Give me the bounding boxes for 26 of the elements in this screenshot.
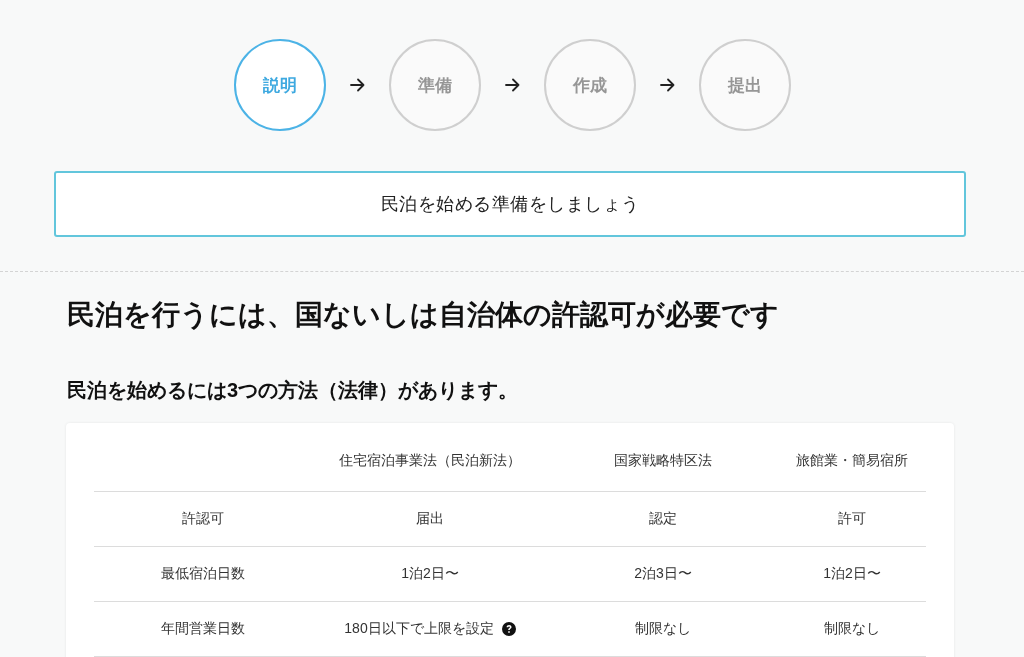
- step-circle: 説明: [233, 39, 326, 131]
- step-circle: 作成: [543, 39, 636, 131]
- section-heading: 民泊を始めるには3つの方法（法律）があります。: [67, 378, 520, 403]
- table-cell: 届出: [416, 510, 444, 528]
- table-cell: 1泊2日〜: [823, 565, 881, 583]
- arrow-icon: [659, 78, 675, 92]
- table-cell: 制限なし: [635, 620, 691, 638]
- table-cell: 制限なし: [824, 620, 880, 638]
- column-header: 旅館業・簡易宿所: [796, 452, 908, 470]
- row-header: 許認可: [182, 510, 224, 528]
- help-icon[interactable]: [501, 622, 516, 636]
- table-cell: 1泊2日〜: [401, 565, 459, 583]
- row-header: 年間営業日数: [161, 620, 245, 638]
- step-circle: 準備: [388, 39, 481, 131]
- table-cell: 許可: [838, 510, 866, 528]
- table-cell: 2泊3日〜: [634, 565, 692, 583]
- step-circle: 提出: [698, 39, 791, 131]
- column-header: 住宅宿泊事業法（民泊新法）: [339, 452, 521, 470]
- arrow-icon: [504, 78, 520, 92]
- column-header: 国家戦略特区法: [614, 452, 712, 470]
- arrow-icon: [349, 78, 365, 92]
- info-banner: 民泊を始める準備をしましょう: [54, 171, 966, 237]
- row-header: 最低宿泊日数: [161, 565, 245, 583]
- page-heading: 民泊を行うには、国ないしは自治体の許認可が必要です: [67, 298, 780, 332]
- table-cell: 180日以下で上限を設定: [344, 620, 494, 638]
- table-cell: 認定: [649, 510, 677, 528]
